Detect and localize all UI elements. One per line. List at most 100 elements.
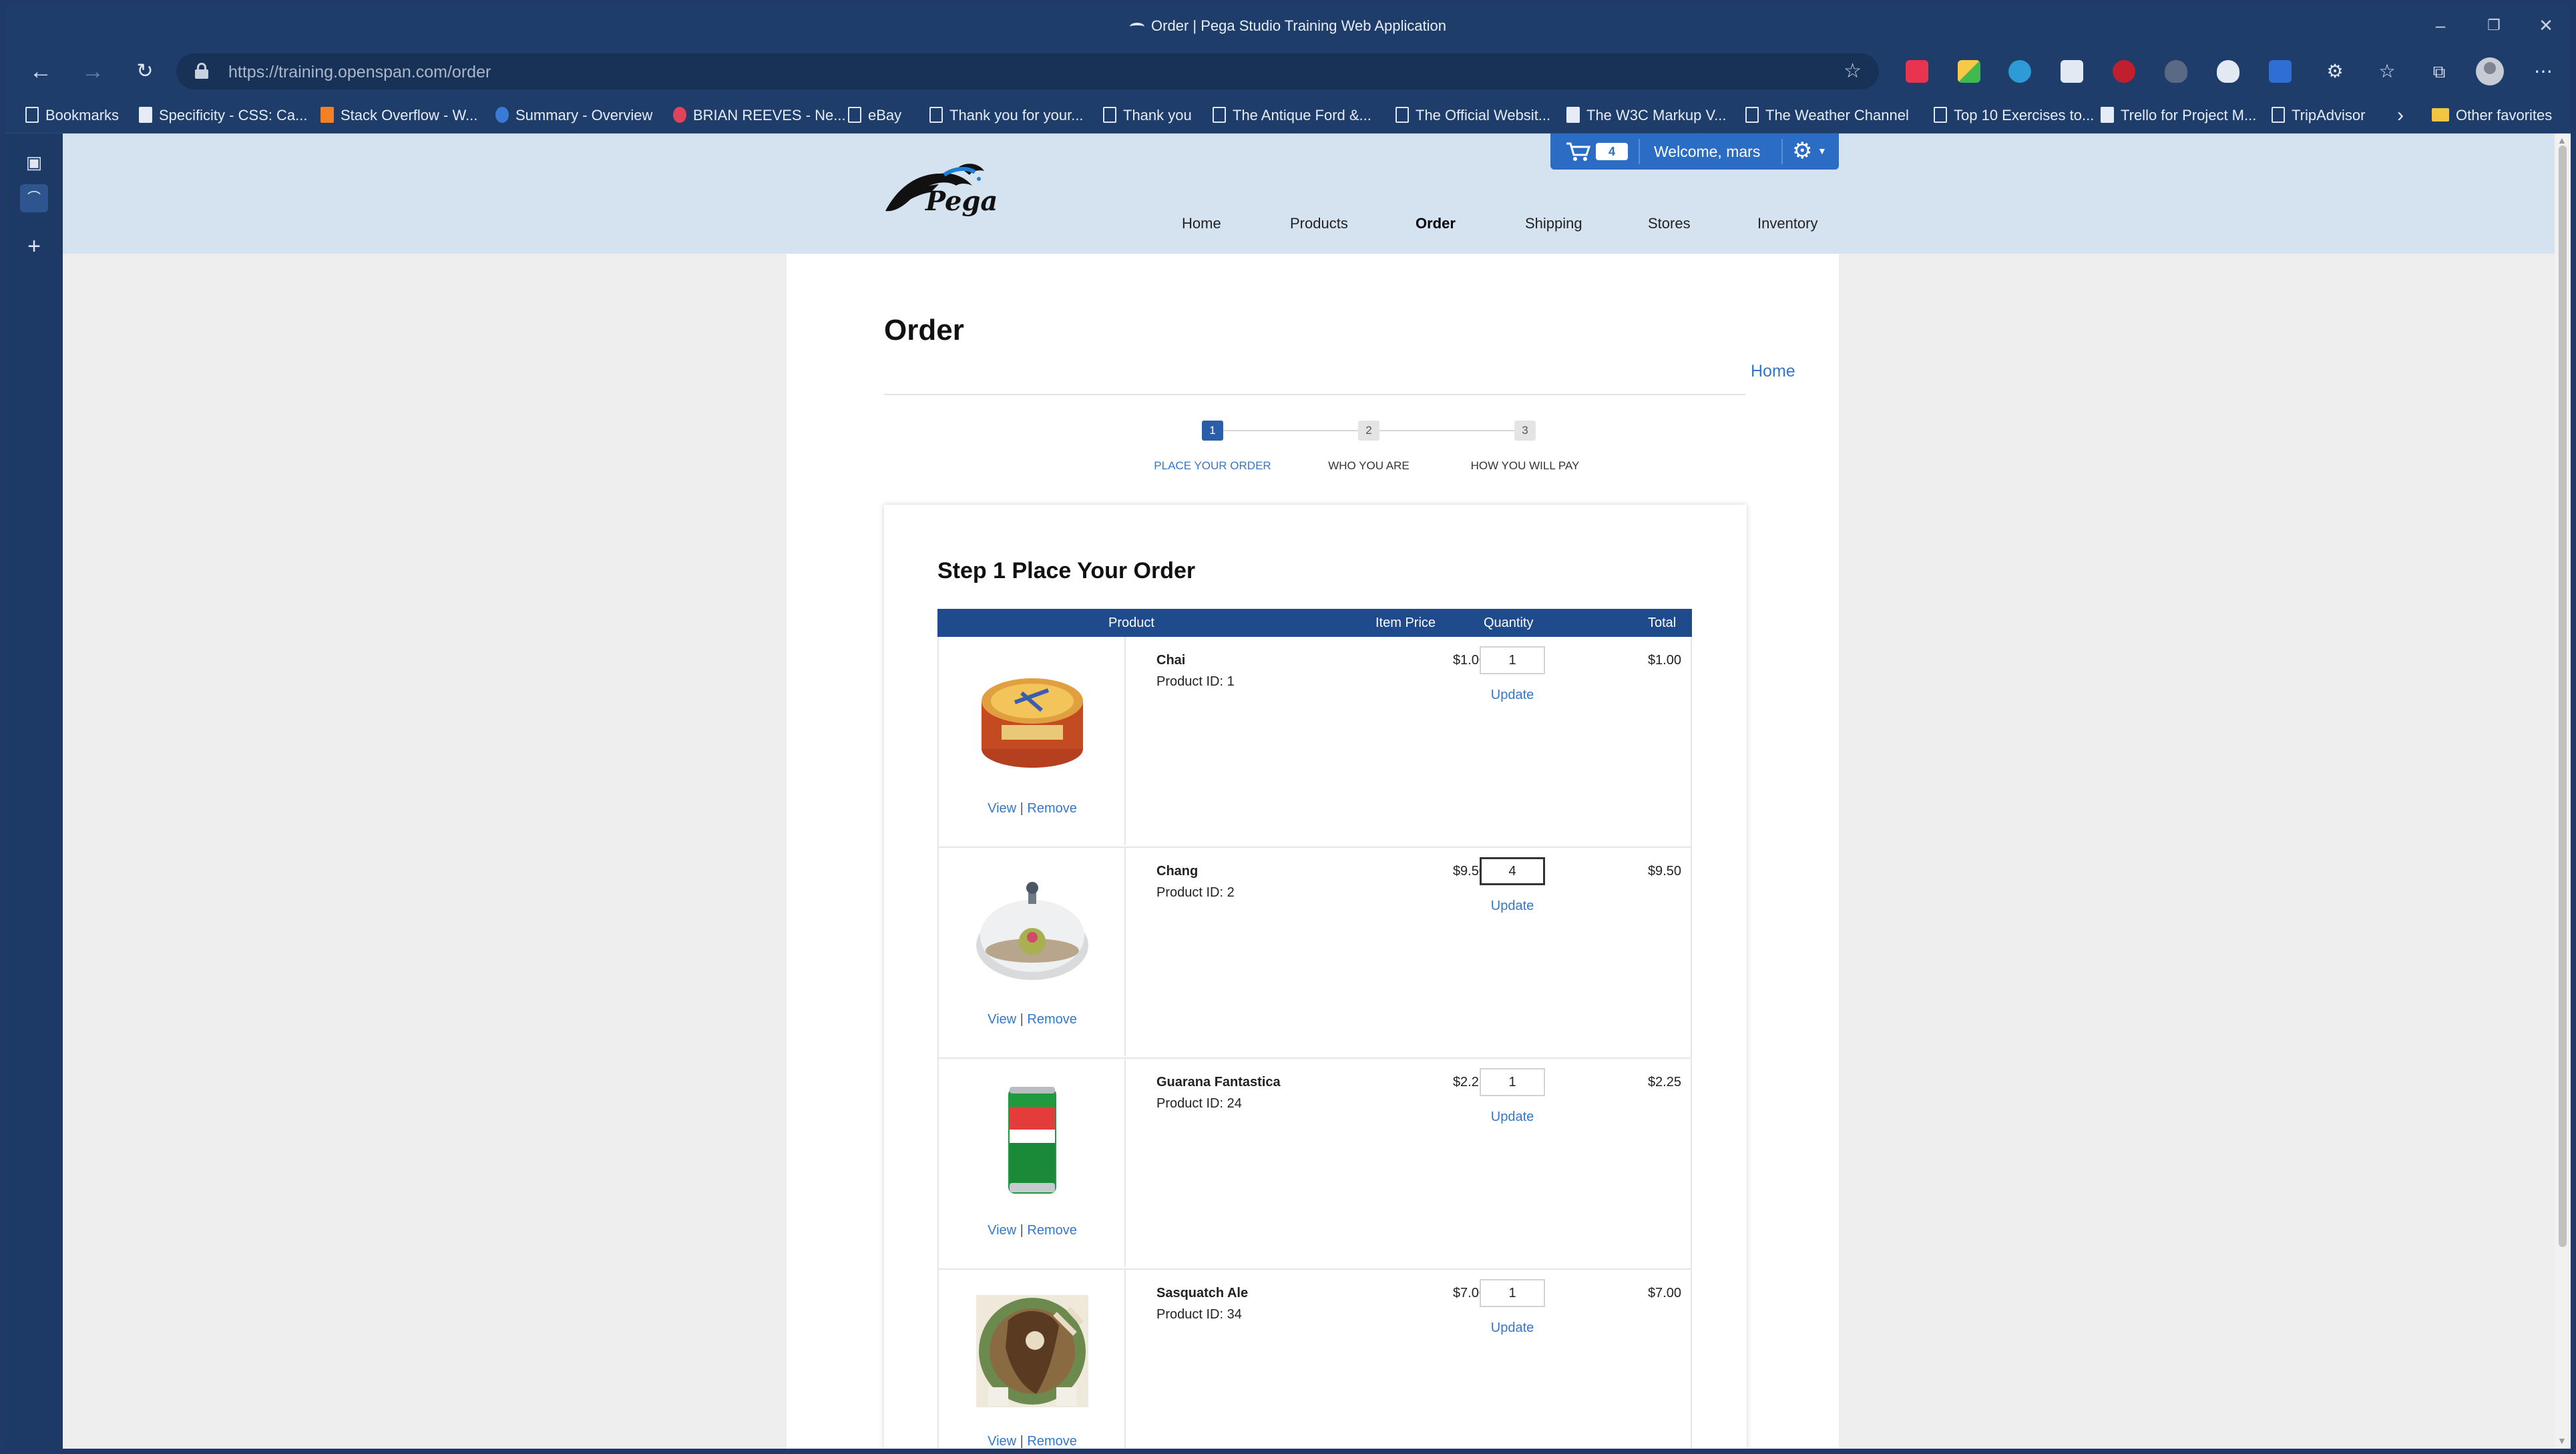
- wizard-connector: [1223, 430, 1370, 431]
- nav-stores[interactable]: Stores: [1648, 215, 1691, 232]
- row-total: $9.50: [1647, 864, 1681, 879]
- page-icon: [1103, 107, 1116, 124]
- cloud-icon[interactable]: [2165, 60, 2187, 83]
- other-favorites-folder[interactable]: Other favorites: [2432, 97, 2552, 134]
- gear-icon[interactable]: ⚙: [1792, 138, 1812, 164]
- bookmark-item[interactable]: TripAdvisor: [2272, 97, 2365, 134]
- title-bar: Order | Pega Studio Training Web Applica…: [5, 5, 2571, 45]
- quantity-input[interactable]: [1480, 646, 1545, 674]
- bookmark-item[interactable]: Thank you: [1103, 97, 1192, 134]
- quantity-input[interactable]: [1480, 1279, 1545, 1307]
- extensions-icon[interactable]: ⚙: [2320, 56, 2350, 87]
- nav-inventory[interactable]: Inventory: [1757, 215, 1818, 232]
- table-header: Product Item Price Quantity Total: [937, 609, 1692, 637]
- more-menu-icon[interactable]: ⋯: [2528, 56, 2559, 87]
- url-text[interactable]: https://training.openspan.com/order: [228, 63, 491, 82]
- lock-icon: [195, 63, 208, 79]
- extension-icon[interactable]: [2269, 60, 2292, 83]
- remove-link[interactable]: Remove: [1027, 1434, 1076, 1449]
- close-button[interactable]: ✕: [2523, 12, 2569, 39]
- profile-avatar[interactable]: [2476, 57, 2504, 85]
- extension-icon[interactable]: [1958, 60, 1980, 83]
- collections-icon[interactable]: ⧉: [2424, 56, 2454, 87]
- user-toolbar: 4 Welcome, mars ⚙ ▼: [1550, 134, 1839, 170]
- chai-tin-image[interactable]: [975, 661, 1090, 776]
- tab-actions-icon[interactable]: ▣: [20, 148, 48, 176]
- update-link[interactable]: Update: [1480, 1110, 1545, 1125]
- scroll-up-arrow-icon[interactable]: ▲: [2557, 135, 2567, 146]
- pega-logo[interactable]: Pega: [879, 159, 1006, 219]
- page-icon: [848, 107, 861, 124]
- product-id: Product ID: 1: [1156, 674, 1235, 689]
- back-button[interactable]: ←: [25, 56, 56, 87]
- favorites-icon[interactable]: ☆: [2372, 56, 2402, 87]
- cart-icon[interactable]: [1565, 142, 1592, 162]
- chevron-right-icon[interactable]: ›: [2397, 97, 2404, 134]
- reload-button[interactable]: ↻: [130, 56, 160, 87]
- bookmark-item[interactable]: Bookmarks: [25, 97, 119, 134]
- browser-sidebar: ▣ ⌒ +: [5, 134, 63, 1449]
- quantity-input[interactable]: [1480, 857, 1545, 885]
- view-link[interactable]: View: [988, 1223, 1016, 1238]
- quantity-input[interactable]: [1480, 1068, 1545, 1096]
- view-link[interactable]: View: [988, 1012, 1016, 1027]
- ublock-extension-icon[interactable]: [2113, 60, 2135, 83]
- bookmark-item[interactable]: BRIAN REEVES - Ne...: [673, 97, 846, 134]
- nav-products[interactable]: Products: [1290, 215, 1348, 232]
- page-scrollbar[interactable]: ▲ ▼: [2555, 134, 2571, 1449]
- nav-home[interactable]: Home: [1182, 215, 1221, 232]
- product-id: Product ID: 34: [1156, 1307, 1242, 1322]
- bookmark-item[interactable]: The Official Websit...: [1396, 97, 1550, 134]
- bookmark-item[interactable]: The Weather Channel: [1745, 97, 1909, 134]
- add-favorite-icon[interactable]: ☆: [1844, 59, 1862, 83]
- wizard-step-1[interactable]: 1: [1202, 421, 1223, 441]
- bookmark-item[interactable]: The W3C Markup V...: [1566, 97, 1726, 134]
- pega-tab-icon[interactable]: ⌒: [20, 184, 48, 212]
- bookmark-item[interactable]: Top 10 Exercises to...: [1934, 97, 2094, 134]
- nav-order[interactable]: Order: [1416, 215, 1456, 232]
- view-link[interactable]: View: [988, 801, 1016, 816]
- remove-link[interactable]: Remove: [1027, 801, 1076, 816]
- site-icon: [139, 107, 152, 124]
- address-bar[interactable]: https://training.openspan.com/order ☆: [176, 53, 1879, 89]
- bookmark-item[interactable]: The Antique Ford &...: [1213, 97, 1371, 134]
- extension-icon[interactable]: [2061, 60, 2083, 83]
- bookmark-item[interactable]: Stack Overflow - W...: [320, 97, 477, 134]
- column-header-quantity: Quantity: [1484, 616, 1534, 630]
- onedrive-icon[interactable]: [2217, 60, 2239, 83]
- column-header-item-price: Item Price: [1375, 616, 1436, 630]
- nav-shipping[interactable]: Shipping: [1525, 215, 1582, 232]
- extension-icon[interactable]: [2008, 60, 2031, 83]
- scroll-down-arrow-icon[interactable]: ▼: [2557, 1435, 2567, 1446]
- table-row: View | Remove Sasquatch Ale Product ID: …: [937, 1270, 1692, 1449]
- chang-dome-image[interactable]: [975, 872, 1090, 987]
- page-icon: [1213, 107, 1226, 124]
- update-link[interactable]: Update: [1480, 899, 1545, 914]
- bookmark-item[interactable]: Summary - Overview: [495, 97, 652, 134]
- pocket-extension-icon[interactable]: [1906, 60, 1928, 83]
- minimize-button[interactable]: –: [2417, 12, 2464, 39]
- sasquatch-label-image[interactable]: [975, 1294, 1090, 1409]
- cart-count-badge[interactable]: 4: [1596, 143, 1628, 160]
- forward-button[interactable]: →: [77, 56, 108, 87]
- remove-link[interactable]: Remove: [1027, 1223, 1076, 1238]
- update-link[interactable]: Update: [1480, 688, 1545, 703]
- view-link[interactable]: View: [988, 1434, 1016, 1449]
- item-price: $1.00: [1452, 653, 1486, 668]
- chevron-down-icon[interactable]: ▼: [1817, 146, 1827, 156]
- bookmark-item[interactable]: Specificity - CSS: Ca...: [139, 97, 308, 134]
- guarana-can-image[interactable]: [975, 1083, 1090, 1198]
- scrollbar-thumb[interactable]: [2559, 146, 2567, 1247]
- new-tab-icon[interactable]: +: [20, 232, 48, 260]
- update-link[interactable]: Update: [1480, 1320, 1545, 1336]
- wizard-step-2[interactable]: 2: [1358, 421, 1379, 441]
- home-link[interactable]: Home: [1751, 362, 1795, 381]
- remove-link[interactable]: Remove: [1027, 1012, 1076, 1027]
- url-host: https://training.openspan.com: [228, 63, 447, 81]
- bookmark-item[interactable]: Thank you for your...: [929, 97, 1084, 134]
- browser-window: Order | Pega Studio Training Web Applica…: [5, 5, 2571, 1449]
- bookmark-item[interactable]: Trello for Project M...: [2101, 97, 2256, 134]
- wizard-step-3[interactable]: 3: [1514, 421, 1536, 441]
- bookmark-item[interactable]: eBay: [848, 97, 901, 134]
- restore-button[interactable]: ❐: [2471, 12, 2517, 39]
